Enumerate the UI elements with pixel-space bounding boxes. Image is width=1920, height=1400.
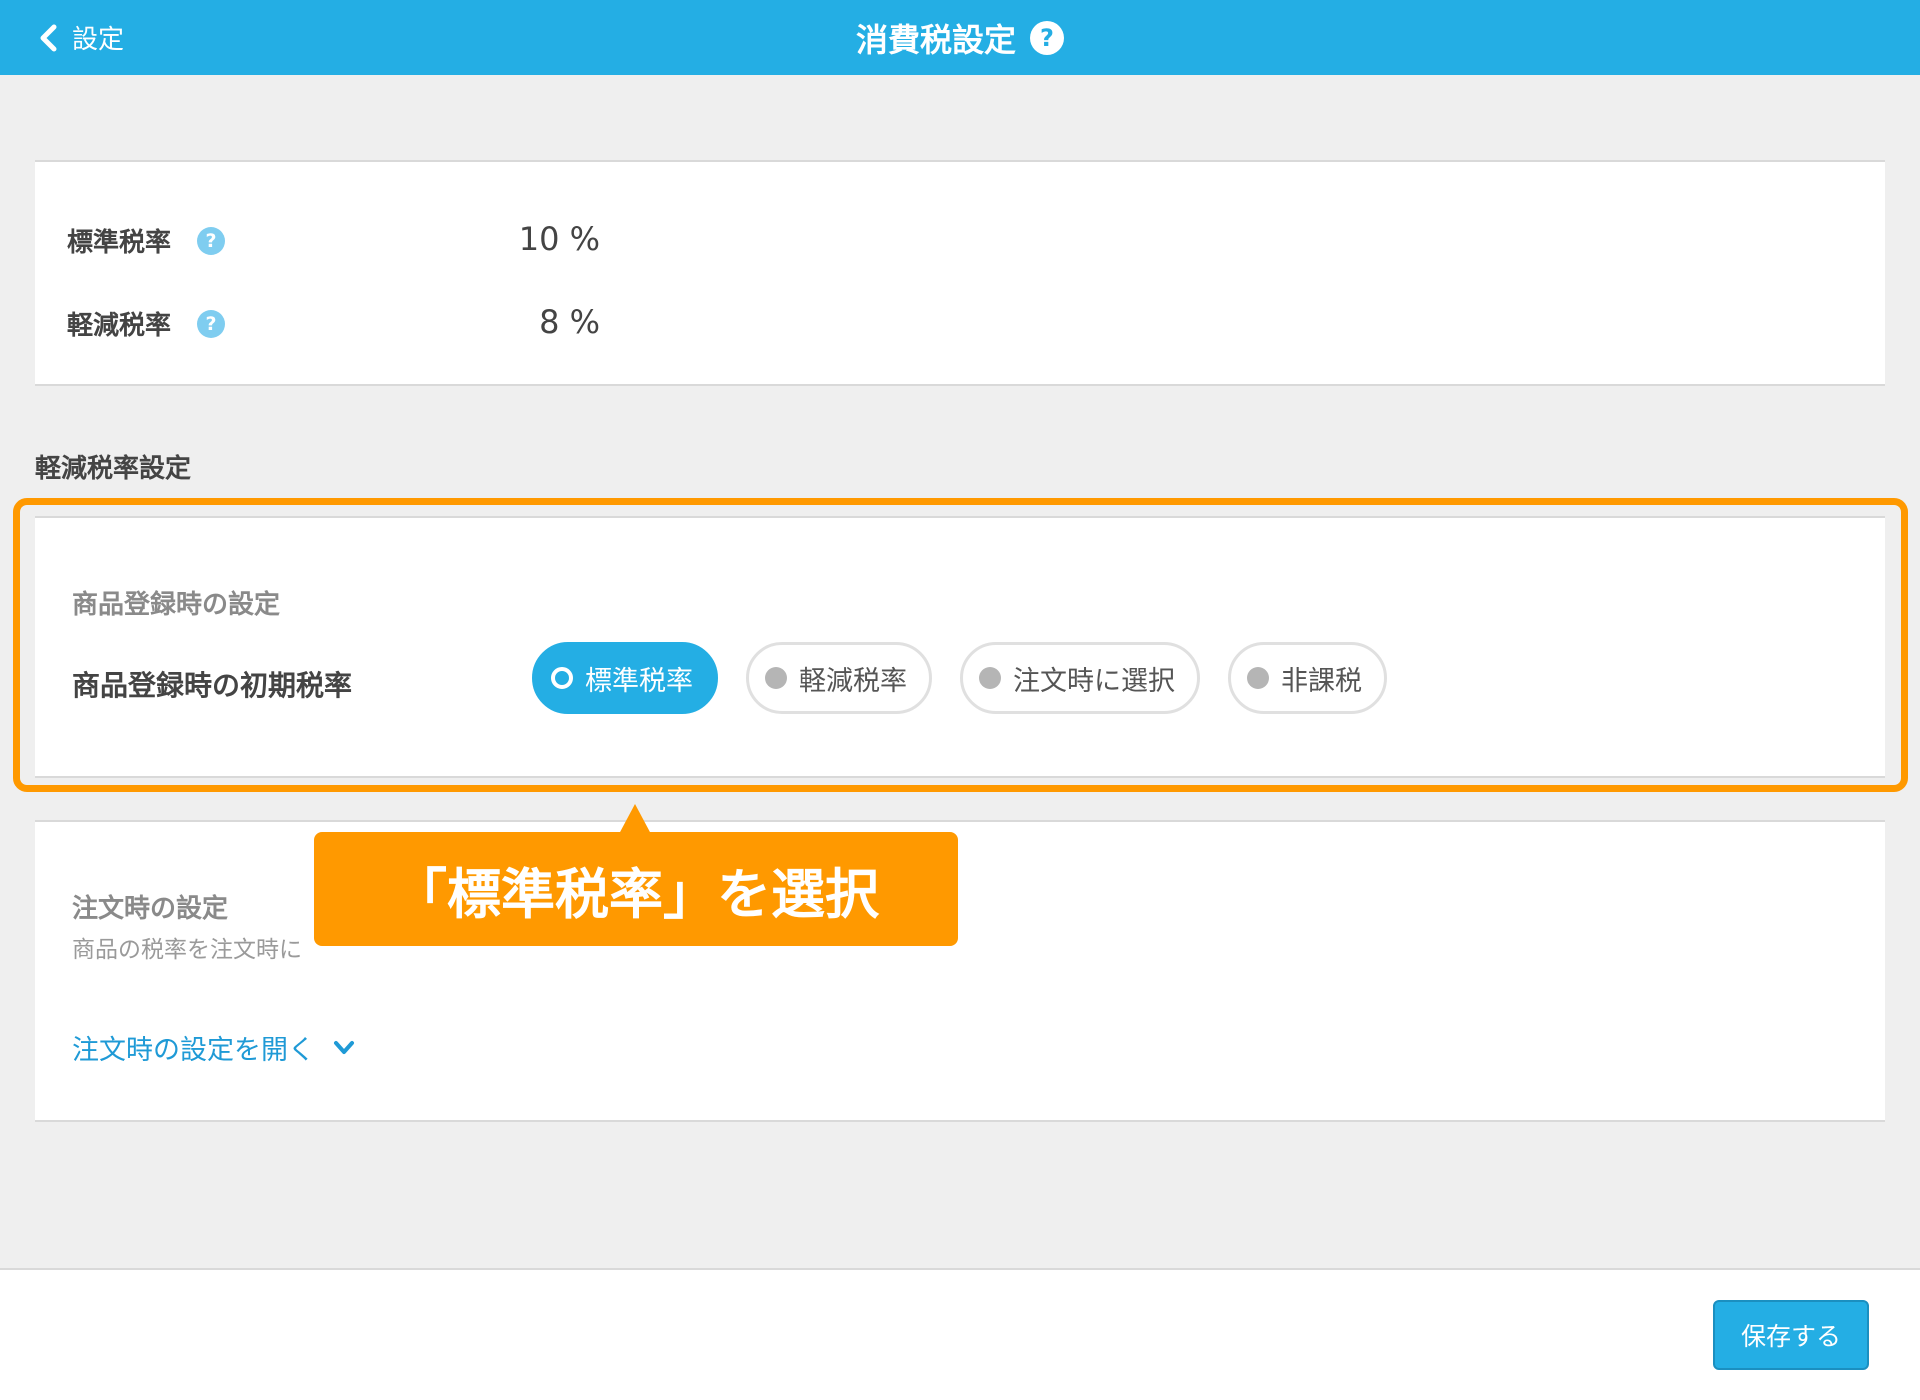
help-icon[interactable]: ?: [1030, 20, 1064, 55]
open-order-settings-link[interactable]: 注文時の設定を開く: [72, 1028, 355, 1067]
order-settings-panel: 注文時の設定 商品の税率を注文時に 注文時の設定を開く: [35, 820, 1885, 1122]
instruction-callout: 「標準税率」を選択: [314, 832, 958, 946]
order-settings-description: 商品の税率を注文時に: [72, 937, 302, 963]
order-settings-heading: 注文時の設定: [72, 894, 229, 924]
page-title: 消費税設定: [855, 20, 1016, 59]
reduced-section-title: 軽減税率設定: [35, 454, 192, 484]
option-label: 標準税率: [585, 665, 693, 697]
product-settings-heading: 商品登録時の設定: [72, 590, 281, 620]
option-label: 注文時に選択: [1013, 665, 1175, 697]
option-reduced-rate[interactable]: 軽減税率: [746, 642, 932, 714]
top-bar: 設定 消費税設定 ?: [0, 0, 1920, 75]
initial-tax-rate-label: 商品登録時の初期税率: [72, 669, 353, 702]
chevron-down-icon: [334, 1040, 354, 1054]
reduced-rate-value: 8 %: [539, 303, 600, 341]
open-order-settings-label: 注文時の設定を開く: [72, 1035, 315, 1066]
radio-unselected-icon: [979, 667, 1001, 689]
option-label: 軽減税率: [799, 665, 907, 697]
callout-pointer: [619, 804, 651, 834]
standard-rate-value: 10 %: [518, 220, 600, 258]
tax-rates-panel: 標準税率 ? 10 % 軽減税率 ? 8 %: [35, 160, 1885, 386]
option-label: 非課税: [1281, 665, 1362, 697]
radio-selected-icon: [551, 667, 573, 689]
initial-tax-rate-options: 標準税率 軽減税率 注文時に選択 非課税: [532, 642, 1387, 714]
radio-unselected-icon: [1247, 667, 1269, 689]
title-area: 消費税設定 ?: [0, 0, 1920, 75]
footer-bar: 保存する: [0, 1268, 1920, 1400]
option-select-at-order[interactable]: 注文時に選択: [960, 642, 1200, 714]
save-button[interactable]: 保存する: [1713, 1300, 1869, 1370]
option-tax-exempt[interactable]: 非課税: [1228, 642, 1387, 714]
radio-unselected-icon: [765, 667, 787, 689]
option-standard-rate[interactable]: 標準税率: [532, 642, 718, 714]
product-settings-panel: 商品登録時の設定 商品登録時の初期税率 標準税率 軽減税率 注文時に選択 非課税: [35, 516, 1885, 778]
